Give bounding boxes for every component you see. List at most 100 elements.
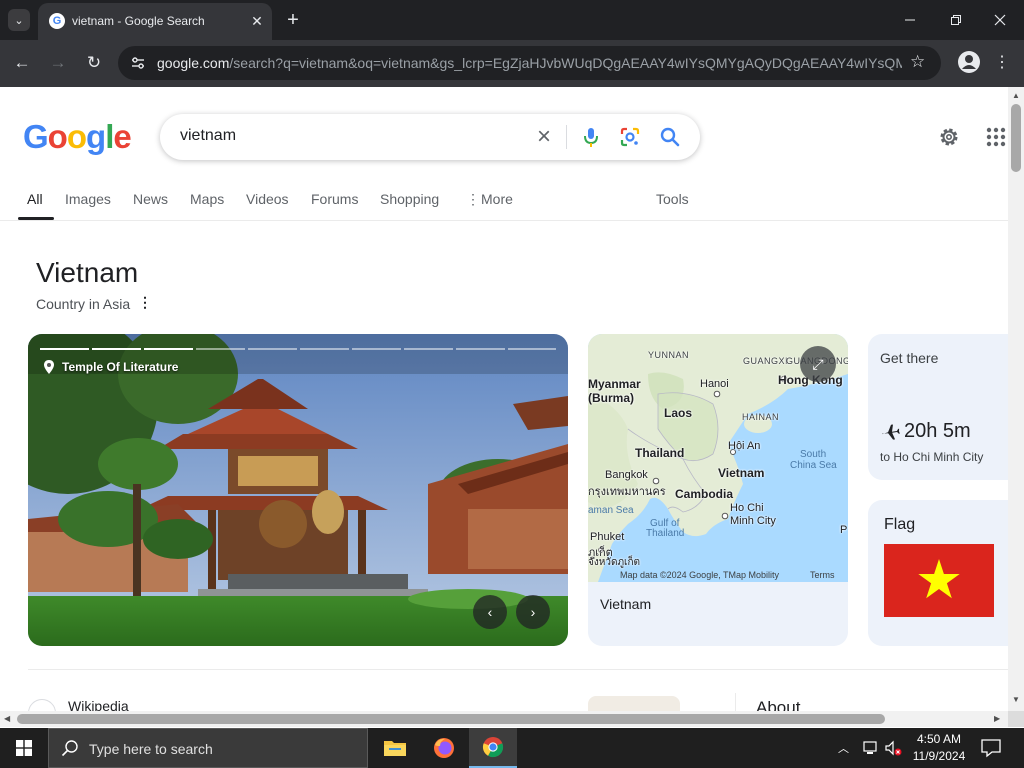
network-icon[interactable]	[862, 740, 880, 756]
map-label-south-china-sea: South	[800, 449, 827, 460]
window-close-button[interactable]	[986, 6, 1014, 34]
horizontal-scrollbar[interactable]: ◀ ▶	[0, 711, 1008, 727]
carousel-next-button[interactable]: ›	[516, 595, 550, 629]
taskbar-search-box[interactable]: Type here to search	[48, 728, 368, 768]
more-dots-icon: ⋮	[466, 191, 480, 207]
map-label-hainan: HAINAN	[742, 412, 780, 422]
back-button[interactable]: ←	[9, 50, 35, 76]
microphone-icon[interactable]	[578, 124, 604, 150]
map-attribution: Map data ©2024 Google, TMap Mobility	[620, 570, 780, 580]
carousel-progress-segment	[300, 348, 349, 350]
site-info-icon	[132, 57, 144, 69]
new-tab-button[interactable]: +	[282, 9, 304, 31]
carousel-progress-segment	[404, 348, 453, 350]
tab-images[interactable]: Images	[65, 191, 111, 207]
tab-more[interactable]: More	[481, 191, 513, 207]
search-input[interactable]: vietnam	[180, 127, 236, 145]
tab-forums[interactable]: Forums	[311, 191, 358, 207]
carousel-progress-segment	[352, 348, 401, 350]
clear-search-button[interactable]: ×	[530, 123, 558, 151]
tab-close-button[interactable]: ✕	[248, 12, 266, 30]
clock-date[interactable]: 11/9/2024	[908, 749, 970, 763]
tab-all[interactable]: All	[27, 191, 43, 207]
map-label-phuket-province: จังหวัดภูเก็ต	[588, 557, 641, 568]
scroll-up-arrow-icon[interactable]: ▲	[1012, 91, 1020, 100]
column-divider	[735, 693, 736, 713]
minimize-icon	[905, 19, 915, 21]
vertical-scrollbar[interactable]: ▲ ▼	[1008, 87, 1024, 713]
restore-icon	[951, 15, 961, 25]
search-box[interactable]: vietnam ×	[160, 114, 700, 160]
map-label-bangkok-thai: กรุงเทพมหานคร	[588, 486, 666, 498]
reload-icon: ↻	[86, 53, 102, 72]
browser-tab[interactable]: G vietnam - Google Search ✕	[38, 3, 272, 40]
image-caption[interactable]: Temple Of Literature	[62, 360, 178, 374]
map-terms-link[interactable]: Terms	[810, 570, 835, 580]
tab-maps[interactable]: Maps	[190, 191, 224, 207]
search-icon[interactable]	[657, 124, 683, 150]
google-lens-icon[interactable]	[617, 124, 643, 150]
url-text[interactable]: google.com/search?q=vietnam&oq=vietnam&g…	[157, 55, 902, 71]
tab-videos[interactable]: Videos	[246, 191, 289, 207]
carousel-progress-segment	[40, 348, 89, 350]
search-icon	[61, 740, 78, 757]
volume-muted-icon[interactable]	[884, 739, 902, 757]
clock-time[interactable]: 4:50 AM	[908, 732, 970, 746]
taskbar-file-explorer[interactable]	[371, 728, 419, 768]
get-there-card[interactable]: Get there 20h 5m to Ho Chi Minh City	[868, 334, 1008, 480]
expand-icon: ⤢	[812, 355, 824, 372]
carousel-progress-segment	[508, 348, 556, 350]
close-icon	[994, 14, 1006, 26]
map-label-hanoi: Hanoi	[700, 378, 729, 390]
minimize-button[interactable]	[896, 6, 924, 34]
logo-letter: o	[47, 118, 68, 155]
tab-shopping[interactable]: Shopping	[380, 191, 439, 207]
map-label-hoi-an: Hội An	[728, 440, 761, 452]
carousel-progress-segment	[248, 348, 297, 350]
google-logo[interactable]: Google	[23, 118, 132, 156]
address-bar[interactable]: google.com/search?q=vietnam&oq=vietnam&g…	[118, 46, 941, 80]
scroll-left-arrow-icon[interactable]: ◀	[4, 714, 10, 723]
reload-button[interactable]: ↻	[81, 50, 107, 76]
location-pin-icon	[44, 360, 54, 374]
notification-center-icon[interactable]	[980, 738, 1002, 758]
chevron-left-icon: ‹	[487, 604, 493, 620]
map-label-bangkok: Bangkok	[605, 469, 648, 481]
more-options-button[interactable]: ⋮	[138, 294, 152, 314]
tab-search-menu-button[interactable]: ⌄	[8, 9, 30, 31]
horizontal-scroll-thumb[interactable]	[17, 714, 885, 724]
close-icon: ✕	[251, 12, 263, 29]
scroll-right-arrow-icon[interactable]: ▶	[994, 714, 1000, 723]
start-button[interactable]	[0, 728, 48, 768]
logo-letter: o	[66, 118, 87, 155]
tab-news[interactable]: News	[133, 191, 168, 207]
map-card[interactable]: YUNNAN GUANGXI GUANGDONG Myanmar (Burma)…	[588, 334, 848, 646]
knowledge-panel-title: Vietnam	[36, 257, 139, 288]
taskbar-firefox[interactable]	[420, 728, 468, 768]
scroll-down-arrow-icon[interactable]: ▼	[1012, 695, 1020, 704]
chrome-menu-button[interactable]: ⋮	[994, 52, 1010, 74]
tools-button[interactable]: Tools	[656, 191, 689, 207]
taskbar-chrome[interactable]	[469, 728, 517, 768]
search-box-divider	[566, 125, 567, 149]
restore-button[interactable]	[942, 6, 970, 34]
folder-icon	[384, 741, 406, 756]
windows-taskbar: Type here to search ︿ 4:50 AM 11/9/2024	[0, 728, 1024, 768]
google-apps-icon[interactable]	[984, 125, 1008, 149]
show-hidden-icons-chevron-icon[interactable]: ︿	[838, 740, 849, 756]
browser-toolbar: ← → ↻ google.com/search?q=vietnam&oq=vie…	[0, 40, 1024, 87]
profile-avatar-icon[interactable]	[958, 51, 980, 73]
carousel-prev-button[interactable]: ‹	[473, 595, 507, 629]
flag-card[interactable]: Flag	[868, 500, 1008, 646]
vietnam-flag	[884, 544, 994, 617]
map-label-vietnam: Vietnam	[718, 466, 765, 480]
image-carousel[interactable]: Temple Of Literature ‹ ›	[28, 334, 568, 646]
forward-button[interactable]: →	[45, 50, 71, 76]
flight-destination: to Ho Chi Minh City	[880, 450, 984, 464]
expand-map-button[interactable]: ⤢	[800, 346, 836, 382]
gear-icon[interactable]	[936, 124, 962, 150]
url-host: google.com	[157, 55, 230, 71]
bookmark-star-icon[interactable]: ☆	[910, 52, 930, 72]
map-label-ho-chi: Ho Chi	[730, 502, 764, 514]
vertical-scroll-thumb[interactable]	[1011, 104, 1021, 172]
